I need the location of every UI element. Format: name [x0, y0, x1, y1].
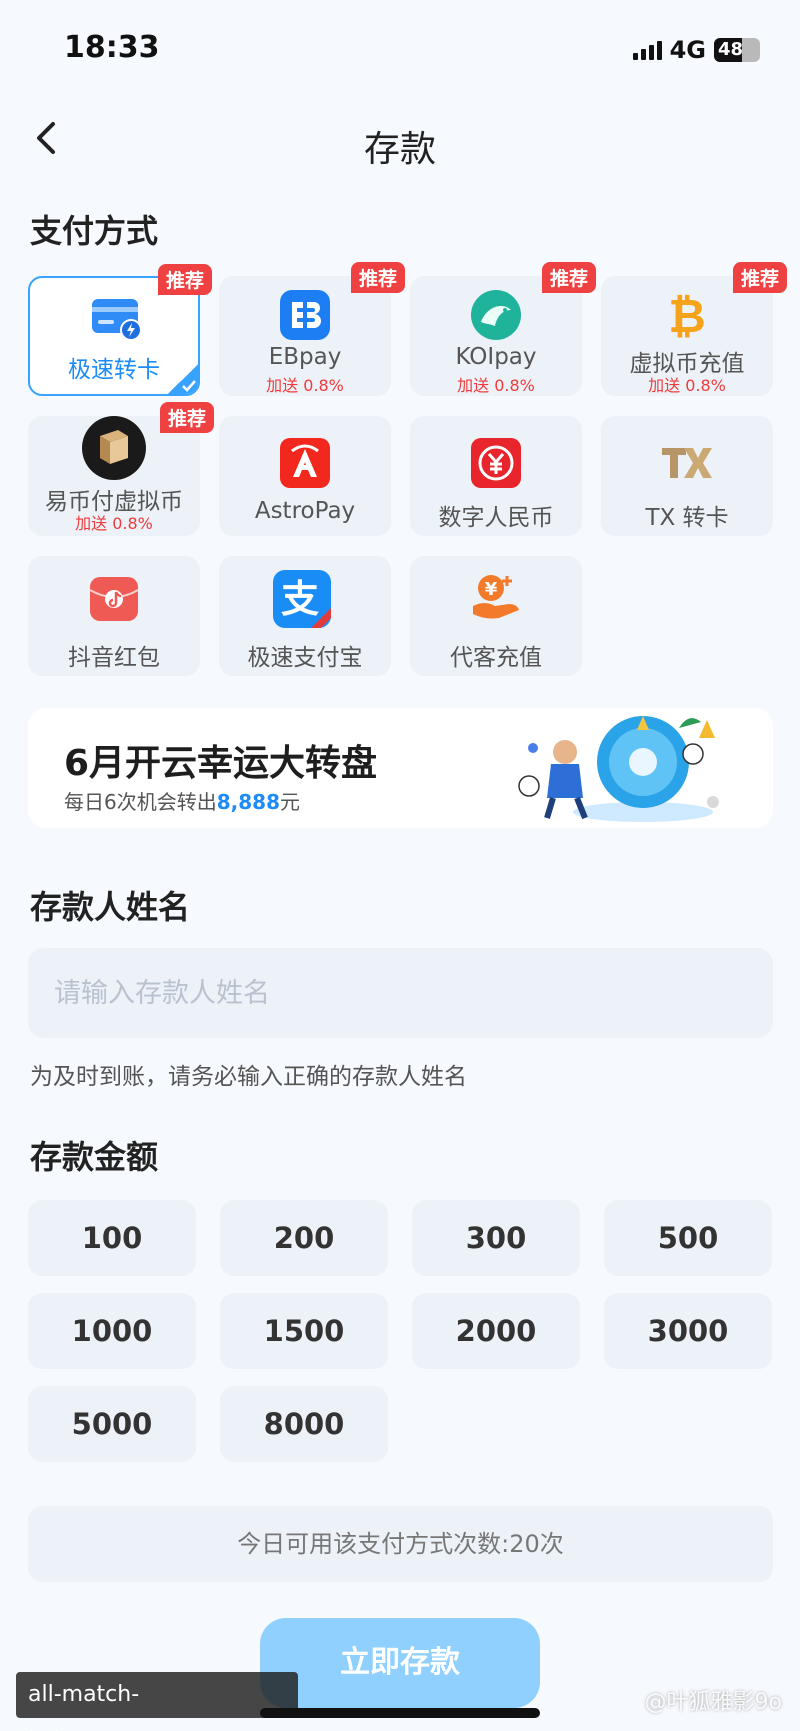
- recommend-badge: 推荐: [159, 402, 214, 433]
- payment-method-label: 极速支付宝: [247, 645, 363, 671]
- banner-sub-prefix: 每日6次机会转出: [64, 790, 217, 814]
- signal-icon: [632, 40, 662, 60]
- page-title: 存款: [363, 129, 436, 170]
- daily-limit-text: 今日可用该支付方式次数:20次: [28, 1506, 773, 1582]
- bitcoin-icon: ₿: [668, 289, 706, 342]
- payment-method-label: 代客充值: [450, 645, 542, 671]
- payment-method-douyin-redpacket[interactable]: 抖音红包: [28, 556, 200, 676]
- payment-method-yibifu[interactable]: 易币付虚拟币 加送 0.8% 推荐: [28, 402, 214, 536]
- payment-method-tx[interactable]: TX 转卡: [601, 416, 773, 536]
- payment-method-koipay[interactable]: KOIpay 加送 0.8% 推荐: [410, 262, 596, 396]
- payment-method-label: 数字人民币: [438, 505, 554, 531]
- astropay-icon: [280, 438, 330, 488]
- amount-option[interactable]: 8000: [220, 1386, 388, 1462]
- payment-section-title: 支付方式: [30, 212, 159, 250]
- bonus-text: 加送 0.8%: [457, 376, 535, 395]
- payment-method-agent-recharge[interactable]: ¥ 代客充值: [410, 556, 582, 676]
- recommend-badge: 推荐: [541, 262, 596, 293]
- amount-option[interactable]: 2000: [412, 1293, 580, 1369]
- bonus-text: 加送 0.8%: [648, 376, 726, 395]
- battery-icon: 48: [714, 38, 760, 62]
- watermark-handle: @叶狐雅影9o: [644, 1690, 782, 1715]
- amount-option[interactable]: 300: [412, 1200, 580, 1276]
- payment-method-label: AstroPay: [254, 498, 356, 524]
- red-envelope-icon: [89, 577, 139, 621]
- payment-method-label: EBpay: [268, 344, 342, 370]
- amount-option[interactable]: 500: [604, 1200, 772, 1276]
- payment-method-astropay[interactable]: AstroPay: [219, 416, 391, 536]
- deposit-submit-button[interactable]: 立即存款: [260, 1618, 540, 1708]
- payment-method-digital-rmb[interactable]: 数字人民币: [410, 416, 582, 536]
- depositor-section-title: 存款人姓名: [30, 888, 191, 926]
- svg-text:₿: ₿: [668, 289, 706, 342]
- ebpay-icon: [280, 290, 330, 340]
- tx-icon: [662, 448, 712, 478]
- amount-option[interactable]: 100: [28, 1200, 196, 1276]
- payment-method-fast-alipay[interactable]: 支 极速支付宝: [219, 556, 391, 676]
- recommend-badge: 推荐: [732, 262, 787, 293]
- bonus-text: 加送 0.8%: [266, 376, 344, 395]
- watermark-url: all-match-kaiyun.com.cn: [16, 1672, 298, 1731]
- depositor-hint: 为及时到账，请务必输入正确的存款人姓名: [30, 1064, 467, 1090]
- banner-sub-suffix: 元: [280, 790, 300, 814]
- bonus-text: 加送 0.8%: [75, 514, 153, 533]
- amount-option[interactable]: 5000: [28, 1386, 196, 1462]
- lucky-wheel-illustration: [518, 716, 719, 822]
- status-icons: 4G 48: [632, 36, 760, 64]
- digital-rmb-icon: [471, 438, 521, 488]
- amount-section-title: 存款金额: [30, 1138, 159, 1176]
- yibifu-icon: [82, 416, 146, 480]
- hand-coin-icon: ¥: [473, 575, 519, 619]
- amount-option[interactable]: 3000: [604, 1293, 772, 1369]
- banner-subtitle: 每日6次机会转出8,888元: [64, 786, 300, 815]
- amount-option[interactable]: 1500: [220, 1293, 388, 1369]
- payment-method-fast-card[interactable]: 极速转卡 推荐: [28, 264, 212, 396]
- banner-amount: 8,888: [216, 790, 280, 814]
- battery-level: 48: [718, 39, 744, 60]
- payment-method-label: KOIpay: [455, 344, 537, 370]
- payment-method-label: 抖音红包: [68, 645, 160, 671]
- selected-check-icon: [168, 364, 198, 394]
- payment-method-ebpay[interactable]: EBpay 加送 0.8% 推荐: [219, 262, 405, 396]
- lucky-wheel-banner[interactable]: 6月开云幸运大转盘 每日6次机会转出8,888元: [28, 708, 773, 828]
- svg-text:支: 支: [281, 577, 319, 621]
- network-type: 4G: [669, 36, 706, 64]
- status-bar: 18:33 4G 48: [0, 0, 800, 100]
- card-icon: [92, 299, 142, 341]
- depositor-name-input[interactable]: [28, 948, 773, 1038]
- payment-method-label: TX 转卡: [645, 505, 729, 531]
- home-indicator: [260, 1708, 540, 1718]
- alipay-icon: 支: [273, 570, 331, 628]
- amount-option[interactable]: 200: [220, 1200, 388, 1276]
- nav-bar: 存款: [0, 100, 800, 180]
- svg-text:¥: ¥: [485, 579, 498, 600]
- banner-title: 6月开云幸运大转盘: [64, 743, 378, 784]
- status-time: 18:33: [64, 30, 160, 65]
- recommend-badge: 推荐: [350, 262, 405, 293]
- payment-method-crypto[interactable]: ₿ 虚拟币充值 加送 0.8% 推荐: [601, 262, 787, 396]
- recommend-badge: 推荐: [157, 264, 212, 295]
- amount-option[interactable]: 1000: [28, 1293, 196, 1369]
- koi-fish-icon: [471, 290, 521, 340]
